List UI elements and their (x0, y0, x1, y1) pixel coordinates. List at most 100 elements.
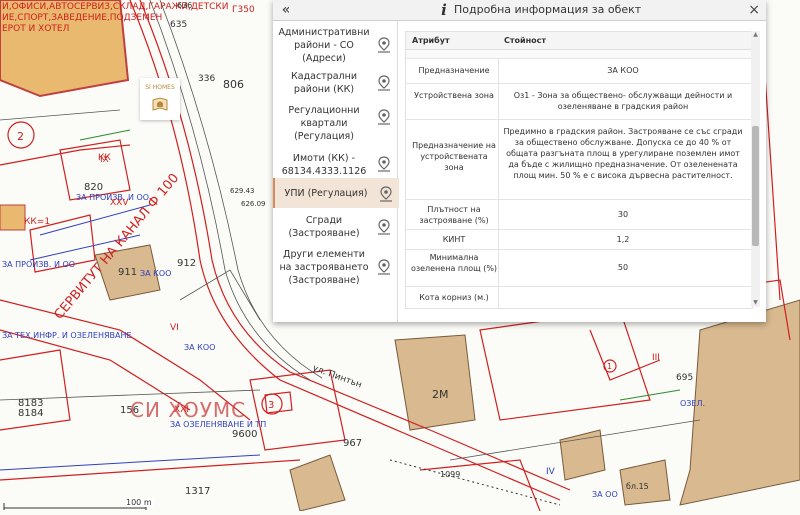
table-scrollbar[interactable]: ▲ ▼ (751, 31, 760, 307)
table-row: Устройствена зона Оз1 - Зона за обществе… (406, 84, 752, 120)
label-636: 636 (177, 1, 192, 10)
label-967: 967 (343, 438, 362, 449)
label-left-2: ЕРОТ И ХОТЕЛ (2, 24, 69, 34)
table-header: Атрибут Стойност (406, 32, 752, 50)
label-ozel: ОЗЕЛ. (680, 399, 705, 408)
column-header-attribute: Атрибут (412, 36, 450, 45)
label-635: 635 (170, 20, 187, 30)
close-button[interactable]: × (748, 0, 760, 20)
panel-header: « i Подробна информация за обект × (273, 0, 766, 21)
label-820: 820 (84, 182, 103, 193)
attribute-table[interactable]: Атрибут Стойност Предназначение ЗА КОО У… (405, 31, 753, 309)
table-row: Кота корниз (м.) (406, 287, 752, 308)
table-cell-attribute: Устройствена зона (414, 91, 494, 100)
logo-card: SI HOMES (140, 78, 180, 120)
label-top-left: И,ОФИСИ,АВТОСЕРВИЗ,СКЛАД,ГАРАЖИ,ДЕТСКИ (2, 2, 229, 12)
label-9600: 9600 (232, 429, 257, 440)
layer-label: Други елементи на застрояването (Застроя… (279, 249, 369, 286)
table-cell-attribute: КИНТ (442, 235, 466, 244)
label-1099: 1099 (440, 470, 460, 479)
label-806: 806 (223, 78, 244, 91)
table-cell-value: ЗА КОО (607, 66, 639, 75)
label-za-oo: ЗА ОО (592, 490, 618, 499)
label-kk-2: КК=1 (24, 217, 50, 227)
label-num-2: 2 (17, 130, 24, 143)
location-pin-icon (378, 75, 390, 91)
column-header-value: Стойност (504, 36, 547, 45)
label-1317: 1317 (185, 486, 210, 497)
label-2m: 2М (432, 388, 449, 401)
layer-item-admin-regions[interactable]: Административни райони - СО (Адреси) (273, 23, 397, 67)
panel-title: Подробна информация за обект (454, 3, 642, 16)
table-cell-value: 1,2 (616, 235, 630, 244)
scroll-up-arrow-icon[interactable]: ▲ (751, 31, 760, 39)
label-num-1: 1 (607, 362, 612, 371)
label-za-proizv-2: ЗА ПРОИЗВ. И ОО (2, 260, 75, 269)
location-pin-icon (380, 186, 392, 202)
location-pin-icon (378, 156, 390, 172)
table-row: Минимална озеленена площ (%) 50 (406, 250, 752, 287)
label-za-teh: ЗА ТЕХ.ИНФР. И ОЗЕЛЕНЯВАНЕ (2, 331, 132, 340)
label-za-koo-2: ЗА КОО (184, 343, 215, 352)
scrollbar-thumb[interactable] (752, 126, 759, 246)
label-elev-626: 626.09 (241, 200, 266, 208)
watermark-text: СИ ХОУМС (130, 398, 247, 422)
object-info-panel: « i Подробна информация за обект × Админ… (273, 0, 766, 322)
label-num-3: 3 (268, 400, 274, 411)
label-8184: 8184 (18, 408, 43, 419)
layer-label: Регулационни квартали (Регулация) (288, 105, 360, 142)
layer-list: Административни райони - СО (Адреси) Кад… (273, 21, 399, 322)
info-icon: i (441, 1, 447, 19)
double-chevron-left-icon: « (281, 2, 291, 18)
layer-item-properties[interactable]: Имоти (КК) - 68134.4333.1126 (273, 149, 397, 179)
table-cell-value: 50 (617, 263, 629, 272)
table-row: Плътност на застрояване (%) 30 (406, 200, 752, 230)
table-row: Предназначение ЗА КОО (406, 59, 752, 84)
label-elev-629: 629.43 (230, 187, 255, 195)
label-695: 695 (676, 373, 693, 383)
layer-label: Имоти (КК) - 68134.4333.1126 (281, 153, 367, 177)
table-cell-value: Оз1 - Зона за обществено- обслужващи дей… (513, 91, 733, 111)
label-336: 336 (198, 74, 215, 84)
location-pin-icon (378, 259, 390, 275)
scale-label: 100 m (124, 498, 154, 507)
layer-label: Административни райони - СО (Адреси) (278, 27, 370, 64)
label-left-1: ИЕ,СПОРТ,ЗАВЕДЕНИЕ,ПОДЗЕМЕН (2, 13, 162, 23)
location-pin-icon (378, 219, 390, 235)
layer-item-regulation-quarters[interactable]: Регулационни квартали (Регулация) (273, 101, 397, 145)
logo-text: SI HOMES (145, 84, 175, 91)
label-ix: IX (100, 155, 109, 165)
table-cell-value: 30 (617, 210, 629, 219)
back-button[interactable]: « (277, 0, 295, 20)
layer-item-upi[interactable]: УПИ (Регулация) (273, 178, 399, 208)
layer-item-other-elements[interactable]: Други елементи на застрояването (Застроя… (273, 245, 397, 291)
label-vi: VI (170, 323, 179, 333)
scroll-down-arrow-icon[interactable]: ▼ (751, 299, 760, 307)
table-cell-value: Предимно в градския район. Застрояване с… (503, 127, 743, 180)
table-cell-attribute: Предназначение на устройствената зона (412, 141, 496, 172)
table-row: Предназначение на устройствената зона Пр… (406, 120, 752, 200)
label-911: 911 (118, 267, 137, 278)
close-icon: × (748, 2, 760, 18)
table-row: КИНТ 1,2 (406, 230, 752, 250)
layer-label: Кадастрални райони (КК) (290, 71, 358, 95)
label-bl15: бл.15 (626, 482, 649, 491)
table-cell-attribute: Предназначение (418, 66, 490, 75)
layer-label: УПИ (Регулация) (284, 188, 368, 199)
table-cell-attribute: Минимална озеленена площ (%) (410, 253, 498, 273)
layer-label: Сгради (Застрояване) (288, 215, 360, 239)
label-iii: III (652, 353, 660, 363)
table-cell-attribute: Кота корниз (м.) (419, 293, 489, 302)
building-kk (0, 204, 26, 231)
label-xxv: XXV (110, 198, 129, 208)
layer-item-buildings[interactable]: Сгради (Застрояване) (273, 211, 397, 243)
label-912: 912 (177, 258, 196, 269)
location-pin-icon (378, 37, 390, 53)
book-house-icon (152, 97, 168, 111)
label-za-koo-1: ЗА КОО (140, 269, 171, 278)
label-iv: IV (546, 467, 556, 477)
layer-item-cadastral-regions[interactable]: Кадастрални райони (КК) (273, 67, 397, 99)
table-row-partial (406, 50, 752, 59)
location-pin-icon (378, 109, 390, 125)
table-cell-attribute: Плътност на застрояване (%) (419, 205, 489, 225)
